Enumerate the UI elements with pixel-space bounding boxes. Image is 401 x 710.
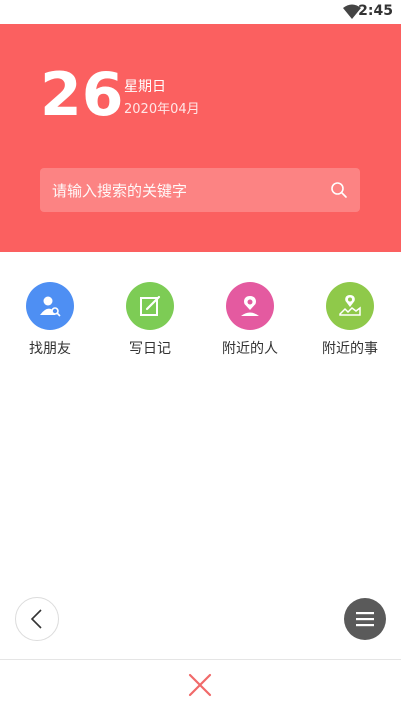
menu-button[interactable] [344, 598, 386, 640]
search-icon[interactable] [330, 181, 348, 199]
shortcut-nearby-events[interactable]: 附近的事 [300, 278, 400, 368]
menu-icon [356, 612, 374, 627]
divider [0, 659, 401, 660]
shortcut-write-diary[interactable]: 写日记 [100, 278, 200, 368]
year-month-label: 2020年04月 [124, 102, 200, 117]
shortcut-label: 写日记 [129, 341, 171, 357]
date-header: 26 星期日 2020年04月 [0, 24, 401, 252]
shortcut-label: 附近的人 [222, 341, 278, 357]
status-time: 2:45 [358, 3, 393, 19]
write-diary-icon [126, 282, 174, 330]
search-box[interactable] [40, 168, 360, 212]
shortcut-grid: 找朋友 写日记 附近的人 附近的事 [0, 278, 401, 368]
find-friend-icon [26, 282, 74, 330]
search-input[interactable] [50, 178, 314, 204]
chevron-left-icon [30, 609, 42, 629]
nearby-people-icon [226, 282, 274, 330]
status-bar: 2:45 [0, 0, 401, 24]
back-button[interactable] [15, 597, 59, 641]
weekday-label: 星期日 [124, 79, 166, 95]
shortcut-nearby-people[interactable]: 附近的人 [200, 278, 300, 368]
shortcut-label: 找朋友 [29, 341, 71, 357]
close-icon[interactable] [188, 673, 212, 697]
nearby-events-icon [326, 282, 374, 330]
day-number: 26 [40, 60, 124, 130]
shortcut-label: 附近的事 [322, 341, 378, 357]
shortcut-find-friend[interactable]: 找朋友 [0, 278, 100, 368]
